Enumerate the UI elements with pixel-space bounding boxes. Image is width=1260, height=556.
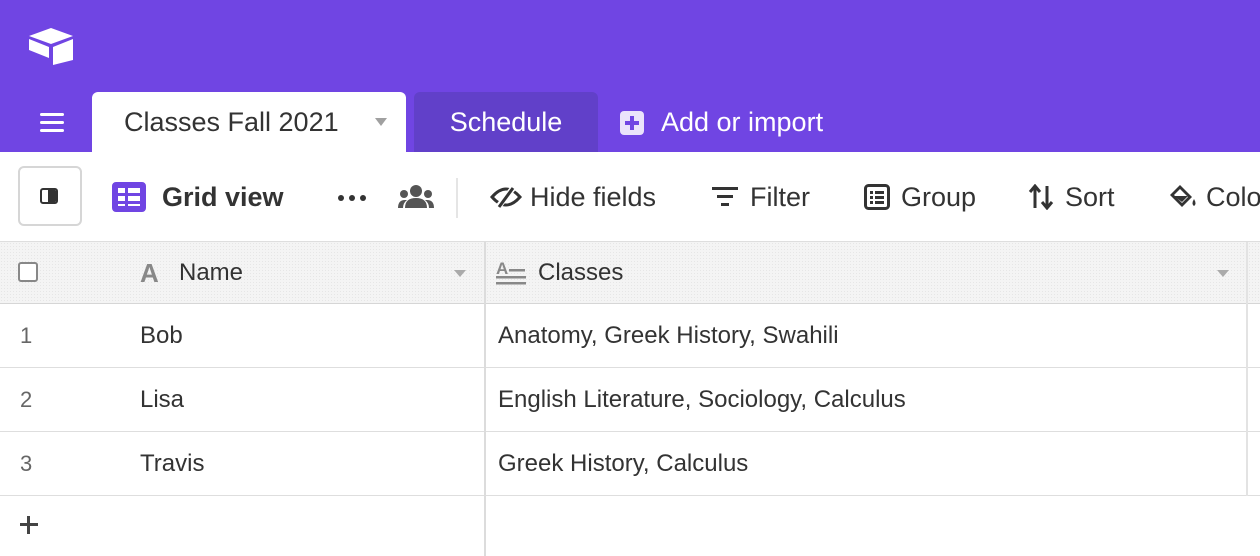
filter-label: Filter (750, 182, 810, 212)
column-divider (484, 242, 486, 556)
tab-classes-fall-2021[interactable]: Classes Fall 2021 (92, 92, 406, 152)
hamburger-menu-icon (40, 113, 64, 116)
more-dots-icon (338, 195, 368, 201)
row-number: 2 (20, 387, 33, 412)
classes-cell[interactable]: English Literature, Sociology, Calculus (498, 368, 906, 432)
view-name: Grid view (162, 182, 284, 212)
add-or-import-button[interactable]: Add or import (618, 92, 848, 152)
row-number: 3 (20, 451, 33, 476)
classes-cell[interactable]: Greek History, Calculus (498, 432, 748, 496)
sidebar-panel-icon (40, 188, 58, 204)
sort-label: Sort (1065, 182, 1115, 212)
name-cell[interactable]: Travis (140, 432, 204, 496)
data-grid: A Name A Classes 1 Bob Anatomy, Greek Hi… (0, 242, 1260, 556)
view-toolbar: Grid view Hide fields Filter Group Sort … (0, 152, 1260, 242)
svg-text:A: A (496, 260, 508, 278)
tab-schedule[interactable]: Schedule (414, 92, 598, 152)
chevron-down-icon[interactable] (375, 118, 387, 126)
column-divider (1246, 242, 1248, 496)
group-list-icon (864, 184, 890, 210)
select-all-checkbox[interactable] (18, 262, 38, 282)
filter-lines-icon (712, 187, 738, 206)
hide-fields-label: Hide fields (530, 182, 657, 212)
tab-label: Schedule (449, 107, 563, 137)
column-label: Name (179, 259, 244, 286)
airtable-logo-icon[interactable] (26, 24, 76, 66)
sort-arrows-icon (1028, 184, 1054, 210)
add-record-button[interactable] (0, 496, 484, 556)
column-label: Classes (538, 259, 624, 286)
color-label: Colo (1206, 182, 1260, 212)
plus-icon (20, 516, 38, 534)
tab-label: Classes Fall 2021 (124, 107, 339, 137)
paint-bucket-icon (1170, 185, 1196, 207)
group-label: Group (901, 182, 977, 212)
name-cell[interactable]: Lisa (140, 368, 184, 432)
eye-slash-icon (490, 185, 522, 209)
name-cell[interactable]: Bob (140, 304, 183, 368)
table-row[interactable]: 2 Lisa English Literature, Sociology, Ca… (0, 368, 1260, 432)
menu-button[interactable] (38, 110, 66, 136)
app-header: Classes Fall 2021 Schedule Add or import (0, 0, 1260, 152)
row-number: 1 (20, 323, 33, 348)
toolbar-divider (456, 178, 458, 218)
chevron-down-icon[interactable] (454, 270, 466, 277)
table-row[interactable]: 1 Bob Anatomy, Greek History, Swahili (0, 304, 1260, 368)
text-type-icon: A (140, 258, 159, 288)
chevron-down-icon[interactable] (1217, 270, 1229, 277)
table-row[interactable]: 3 Travis Greek History, Calculus (0, 432, 1260, 496)
classes-cell[interactable]: Anatomy, Greek History, Swahili (498, 304, 839, 368)
plus-square-icon (620, 111, 644, 135)
grid-view-icon (112, 182, 146, 212)
add-or-import-label: Add or import (661, 107, 824, 137)
long-text-type-icon: A (496, 260, 526, 285)
sidebar-toggle-button[interactable] (18, 166, 82, 226)
people-group-icon (398, 185, 434, 208)
grid-header-row: A Name A Classes (0, 242, 1260, 304)
